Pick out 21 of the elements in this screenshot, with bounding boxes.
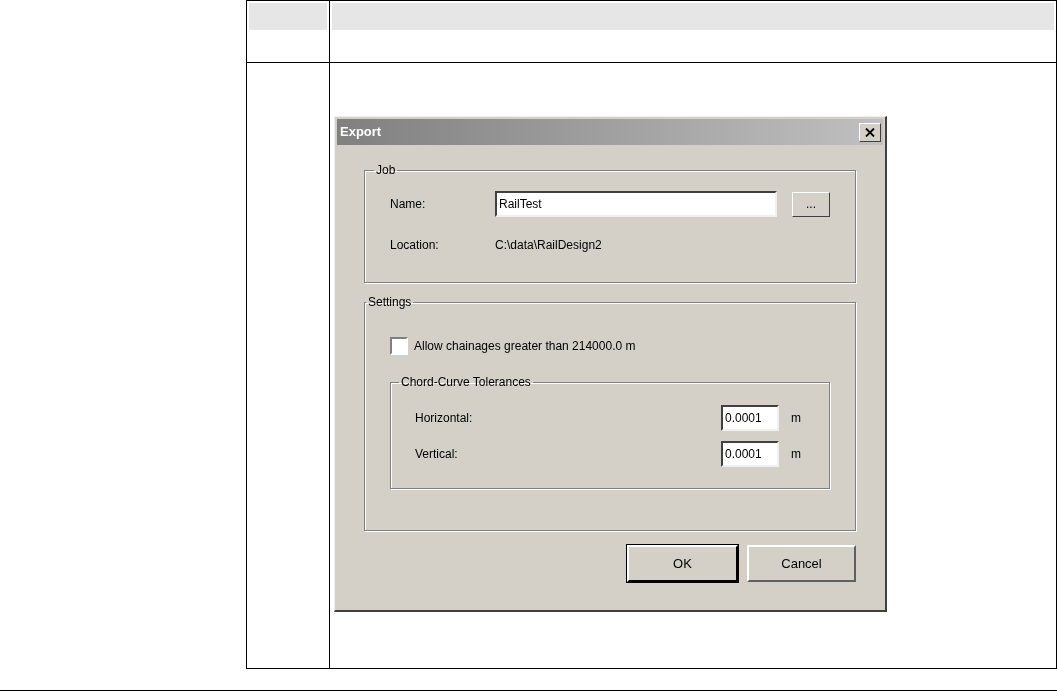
unit-label: m <box>791 410 802 427</box>
field-label: Name: <box>390 196 427 213</box>
tolerance-input-field[interactable]: 0.0001 <box>721 405 779 431</box>
window-title: Export <box>339 123 382 142</box>
field-label: Location: <box>390 237 440 254</box>
close-icon <box>865 127 875 137</box>
group-title: Settings <box>367 294 413 311</box>
location-value: C:\data\RailDesign2 <box>495 237 602 254</box>
field-label: Vertical: <box>415 446 459 463</box>
checkbox-label: Allow chainages greater than 214000.0 m <box>414 338 636 355</box>
group-title: Job <box>375 162 397 179</box>
unit-label: m <box>791 446 802 463</box>
name-input-field[interactable]: RailTest <box>495 191 777 217</box>
dialog-button[interactable]: OK <box>627 545 738 582</box>
checkbox[interactable] <box>390 337 408 355</box>
close-button[interactable] <box>859 122 881 142</box>
dialog-button[interactable]: Cancel <box>747 545 856 582</box>
browse-button[interactable]: ... <box>792 191 830 217</box>
group-title: Chord-Curve Tolerances <box>400 374 532 391</box>
field-label: Horizontal: <box>415 410 474 427</box>
tolerance-input-field[interactable]: 0.0001 <box>721 441 779 467</box>
